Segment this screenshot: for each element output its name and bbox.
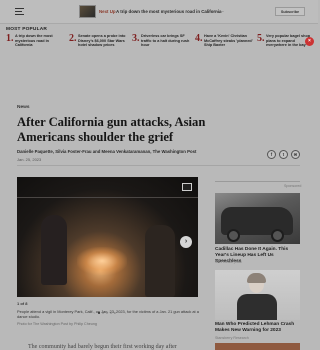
- mourner-figure: [41, 215, 67, 285]
- photo-caption: People attend a vigil in Monterey Park, …: [17, 309, 199, 319]
- most-popular-item[interactable]: 1. A trip down the most mysterious road …: [6, 33, 66, 55]
- close-icon[interactable]: ×: [305, 37, 314, 46]
- section-label[interactable]: News: [17, 105, 30, 110]
- promo-thumbnail[interactable]: [79, 5, 96, 18]
- article-headline: After California gun attacks, Asian Amer…: [17, 115, 206, 144]
- subscribe-button[interactable]: Subscribe: [275, 7, 305, 16]
- most-popular-title[interactable]: A trip down the most mysterious road in …: [15, 34, 65, 48]
- promo-headline-link[interactable]: A trip down the most mysterious road in …: [116, 9, 221, 14]
- most-popular-title[interactable]: Have a 'Kevin' Christian McCaffrey steak…: [204, 34, 254, 48]
- most-popular-title[interactable]: Senate opens a probe into Disney’s $6,00…: [78, 34, 128, 48]
- rank-number: 2.: [69, 33, 77, 44]
- promo-tag: Next Up: [99, 9, 116, 14]
- promo-progress: ————: [207, 9, 224, 14]
- candles: [77, 247, 127, 275]
- photo-credit: Photo for The Washington Post by Philip …: [17, 322, 97, 326]
- most-popular-item[interactable]: 4. Have a 'Kevin' Christian McCaffrey st…: [195, 33, 255, 55]
- rank-number: 5.: [257, 33, 265, 44]
- publish-date: Jan. 25, 2023: [17, 157, 42, 162]
- gallery-photo[interactable]: [17, 177, 198, 297]
- ad-source[interactable]: Stansberry Research: [215, 336, 249, 340]
- ad-image[interactable]: [215, 193, 300, 244]
- twitter-share-icon[interactable]: t: [279, 150, 288, 159]
- byline: Danielle Paquette, Silvia Foster-Frau an…: [17, 149, 196, 154]
- divider: [215, 181, 300, 182]
- most-popular-item[interactable]: 2. Senate opens a probe into Disney’s $6…: [69, 33, 129, 55]
- facebook-share-icon[interactable]: f: [267, 150, 276, 159]
- rank-number: 4.: [195, 33, 203, 44]
- most-popular-label: MOST POPULAR: [6, 27, 48, 32]
- mourner-figure: [145, 225, 175, 297]
- hamburger-menu-icon[interactable]: [15, 8, 24, 16]
- ad-title[interactable]: Man Who Predicted Lehman Crash Makes New…: [215, 322, 300, 334]
- ad-image[interactable]: [215, 270, 300, 320]
- divider: [17, 165, 300, 166]
- expand-icon[interactable]: [182, 183, 192, 191]
- ad-source[interactable]: SUV Deals | Ads: [215, 260, 242, 264]
- ad-image[interactable]: [215, 343, 300, 350]
- email-share-icon[interactable]: ✉: [291, 150, 300, 159]
- most-popular-title[interactable]: Driverless car brings SF traffic to a ha…: [141, 34, 191, 48]
- next-arrow-icon[interactable]: ›: [180, 236, 192, 248]
- article-body: The community had barely begun their fir…: [28, 344, 177, 350]
- top-navigation-bar: Next Up A trip down the most mysterious …: [0, 0, 318, 24]
- byline-authors[interactable]: Danielle Paquette, Silvia Foster-Frau an…: [17, 149, 196, 154]
- sponsored-label: Sponsored: [284, 184, 302, 188]
- rank-number: 1.: [6, 33, 14, 44]
- gallery-counter: 1 of 8: [17, 301, 28, 306]
- most-popular-item[interactable]: 3. Driverless car brings SF traffic to a…: [132, 33, 192, 55]
- rank-number: 3.: [132, 33, 140, 44]
